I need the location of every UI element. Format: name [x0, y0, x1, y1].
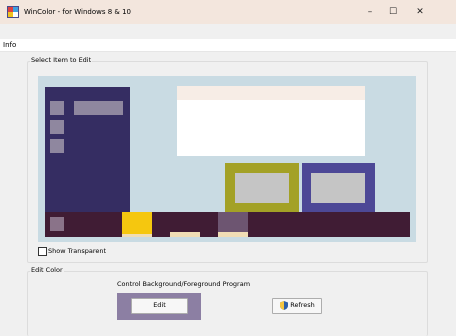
edit-button[interactable]: Edit: [131, 298, 188, 314]
refresh-icon: [280, 300, 289, 310]
refresh-label: Refresh: [290, 301, 315, 309]
preview-tile[interactable]: [50, 139, 64, 153]
refresh-button[interactable]: Refresh: [272, 298, 322, 314]
show-transparent-checkbox[interactable]: [38, 247, 47, 256]
preview-taskbar-indicator: [218, 232, 248, 237]
menu-bar: Info: [0, 39, 456, 52]
preview-dialog-titlebar[interactable]: [177, 86, 365, 100]
preview-olive-inner[interactable]: [235, 173, 289, 203]
control-instruction-text: Control Background/Foreground Program: [117, 280, 251, 288]
preview-tile-wide[interactable]: [74, 101, 123, 115]
preview-blue-inner[interactable]: [311, 173, 365, 203]
preview-tile[interactable]: [50, 101, 64, 115]
window-title: WinColor - for Windows 8 & 10: [24, 8, 131, 16]
close-icon[interactable]: ✕: [408, 3, 432, 21]
select-item-group-label: Select Item to Edit: [30, 56, 93, 64]
maximize-icon[interactable]: ☐: [381, 3, 405, 21]
edit-color-group-label: Edit Color: [30, 266, 64, 274]
preview-dialog-body[interactable]: [177, 100, 365, 156]
preview-taskbar-indicator: [122, 234, 152, 237]
menu-item-info[interactable]: Info: [3, 41, 16, 49]
preview-taskbar-button[interactable]: [50, 217, 64, 231]
minimize-icon[interactable]: –: [358, 3, 382, 21]
app-icon: [7, 6, 19, 18]
preview-taskbar-indicator: [170, 232, 200, 237]
color-preview: [38, 76, 416, 242]
preview-tile[interactable]: [50, 120, 64, 134]
show-transparent-label: Show Transparent: [48, 247, 107, 255]
title-bar: WinColor - for Windows 8 & 10 – ☐ ✕: [0, 0, 456, 24]
preview-taskbar-hover[interactable]: [218, 212, 248, 232]
